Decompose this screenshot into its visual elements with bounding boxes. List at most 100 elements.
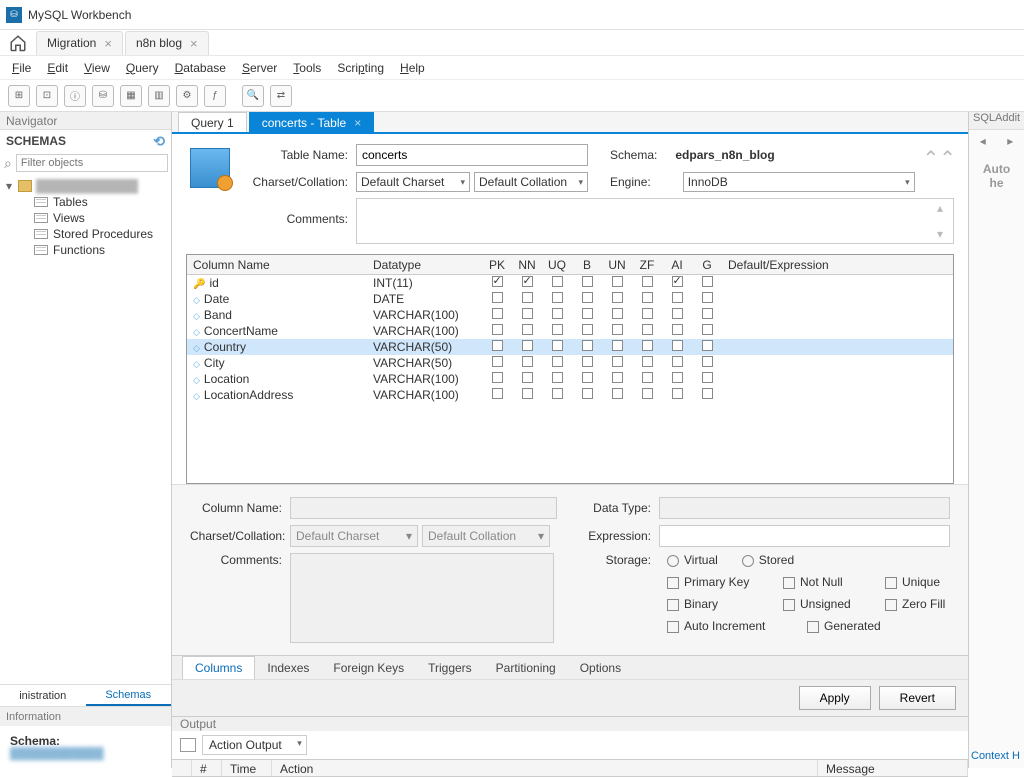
column-row[interactable]: ◇LocationAddressVARCHAR(100) xyxy=(187,387,953,403)
check-zero-fill[interactable]: Zero Fill xyxy=(885,597,945,611)
navigator-panel: Navigator SCHEMAS ⟲ ⌕ ▾ ████████████ Tab… xyxy=(0,112,172,768)
column-row[interactable]: ◇BandVARCHAR(100) xyxy=(187,307,953,323)
toolbar-inspector-icon[interactable]: ⓘ xyxy=(64,85,86,107)
functions-icon xyxy=(34,245,48,255)
doc-tab-n8n-blog[interactable]: n8n blog × xyxy=(125,31,209,55)
output-selector[interactable]: Action Output xyxy=(202,735,307,755)
tree-tables[interactable]: Tables xyxy=(34,194,165,210)
column-row[interactable]: ◇CityVARCHAR(50) xyxy=(187,355,953,371)
toolbar-new-sql-icon[interactable]: ⊞ xyxy=(8,85,30,107)
tab-options[interactable]: Options xyxy=(568,657,633,679)
menu-scripting[interactable]: Scripting xyxy=(329,59,392,77)
close-icon[interactable]: × xyxy=(354,116,361,130)
column-row[interactable]: ◇DateDATE xyxy=(187,291,953,307)
sql-additions-header: SQLAddit xyxy=(969,112,1024,130)
title-bar: ⛁ MySQL Workbench xyxy=(0,0,1024,30)
toolbar-new-procedure-icon[interactable]: ⚙ xyxy=(176,85,198,107)
search-icon: ⌕ xyxy=(4,155,12,172)
charset-select[interactable]: Default Charset▾ xyxy=(356,172,470,192)
check-unique[interactable]: Unique xyxy=(885,575,940,589)
column-row[interactable]: ◇LocationVARCHAR(100) xyxy=(187,371,953,387)
nav-back-icon[interactable]: ◂ xyxy=(980,134,986,148)
column-row[interactable]: 🔑idINT(11) xyxy=(187,275,953,291)
information-body: Schema: ████████████ xyxy=(0,726,171,768)
column-row[interactable]: ◇CountryVARCHAR(50) xyxy=(187,339,953,355)
column-detail-panel: Column Name: Charset/Collation: Default … xyxy=(172,484,968,655)
tree-functions[interactable]: Functions xyxy=(34,242,165,258)
tab-indexes[interactable]: Indexes xyxy=(255,657,321,679)
apply-button[interactable]: Apply xyxy=(799,686,871,710)
doc-tab-migration[interactable]: Migration × xyxy=(36,31,123,55)
editor-tab-concerts[interactable]: concerts - Table× xyxy=(249,112,375,132)
toolbar-new-function-icon[interactable]: ƒ xyxy=(204,85,226,107)
doc-tab-label: Migration xyxy=(47,36,96,50)
datatype-input[interactable] xyxy=(659,497,950,519)
tree-stored-procedures[interactable]: Stored Procedures xyxy=(34,226,165,242)
engine-select[interactable]: InnoDB▾ xyxy=(683,172,915,192)
menu-tools[interactable]: Tools xyxy=(285,59,329,77)
menu-database[interactable]: Database xyxy=(167,59,234,77)
context-help-link[interactable]: Context H xyxy=(969,744,1024,768)
collation-select[interactable]: Default Collation▾ xyxy=(474,172,588,192)
close-icon[interactable]: × xyxy=(104,36,112,51)
filter-objects-input[interactable] xyxy=(16,154,168,172)
tree-views[interactable]: Views xyxy=(34,210,165,226)
tab-triggers[interactable]: Triggers xyxy=(416,657,484,679)
home-icon[interactable] xyxy=(6,31,30,55)
check-not-null[interactable]: Not Null xyxy=(783,575,861,589)
tab-foreign-keys[interactable]: Foreign Keys xyxy=(321,657,416,679)
tab-administration[interactable]: inistration xyxy=(0,685,86,706)
expression-input[interactable] xyxy=(659,525,950,547)
toolbar-new-schema-icon[interactable]: ⛁ xyxy=(92,85,114,107)
comments-label: Comments: xyxy=(246,198,356,226)
menu-server[interactable]: Server xyxy=(234,59,285,77)
output-icon[interactable] xyxy=(180,738,196,752)
columns-grid-header: Column Name Datatype PK NN UQ B UN ZF AI… xyxy=(187,255,953,275)
column-name-input[interactable] xyxy=(290,497,557,519)
auto-help-text: Auto he xyxy=(969,152,1024,190)
toolbar-search-icon[interactable]: 🔍 xyxy=(242,85,264,107)
close-icon[interactable]: × xyxy=(190,36,198,51)
expand-icon[interactable]: ▾ xyxy=(6,179,18,193)
table-editor-icon xyxy=(186,144,234,192)
menu-file[interactable]: File xyxy=(4,59,39,77)
comments-textarea[interactable]: ▴▾ xyxy=(356,198,954,244)
refresh-icon[interactable]: ⟲ xyxy=(153,133,165,150)
check-unsigned[interactable]: Unsigned xyxy=(783,597,861,611)
schemas-header: SCHEMAS ⟲ xyxy=(0,130,171,152)
revert-button[interactable]: Revert xyxy=(879,686,956,710)
tab-schemas[interactable]: Schemas xyxy=(86,685,172,706)
column-row[interactable]: ◇ConcertNameVARCHAR(100) xyxy=(187,323,953,339)
detail-comments-textarea[interactable] xyxy=(290,553,554,643)
app-logo-icon: ⛁ xyxy=(6,7,22,23)
radio-stored[interactable]: Stored xyxy=(742,553,794,567)
charset-label: Charset/Collation: xyxy=(246,175,356,189)
toolbar-new-table-icon[interactable]: ▦ xyxy=(120,85,142,107)
check-generated[interactable]: Generated xyxy=(807,619,881,633)
schema-tree-item[interactable]: ▾ ████████████ xyxy=(6,178,165,194)
tab-columns[interactable]: Columns xyxy=(182,656,255,680)
output-grid-header: # Time Action Message xyxy=(172,759,968,777)
editor-tab-query1[interactable]: Query 1 xyxy=(178,112,247,132)
nav-forward-icon[interactable]: ▸ xyxy=(1007,134,1013,148)
expression-label: Expression: xyxy=(583,529,659,543)
menu-query[interactable]: Query xyxy=(118,59,167,77)
check-binary[interactable]: Binary xyxy=(667,597,759,611)
tab-partitioning[interactable]: Partitioning xyxy=(484,657,568,679)
columns-grid: Column Name Datatype PK NN UQ B UN ZF AI… xyxy=(186,254,954,484)
menu-edit[interactable]: Edit xyxy=(39,59,76,77)
check-primary-key[interactable]: Primary Key xyxy=(667,575,759,589)
menu-view[interactable]: View xyxy=(76,59,118,77)
toolbar-new-view-icon[interactable]: ▥ xyxy=(148,85,170,107)
radio-virtual[interactable]: Virtual xyxy=(667,553,718,567)
table-name-input[interactable] xyxy=(356,144,588,166)
toolbar-reconnect-icon[interactable]: ⇄ xyxy=(270,85,292,107)
tables-icon xyxy=(34,197,48,207)
information-header: Information xyxy=(0,706,171,726)
check-auto-increment[interactable]: Auto Increment xyxy=(667,619,783,633)
toolbar-open-sql-icon[interactable]: ⊡ xyxy=(36,85,58,107)
menu-help[interactable]: Help xyxy=(392,59,433,77)
detail-charset-select[interactable]: Default Charset▾ xyxy=(290,525,418,547)
collapse-icon[interactable]: ⌃⌃ xyxy=(922,146,956,171)
detail-collation-select[interactable]: Default Collation▾ xyxy=(422,525,550,547)
